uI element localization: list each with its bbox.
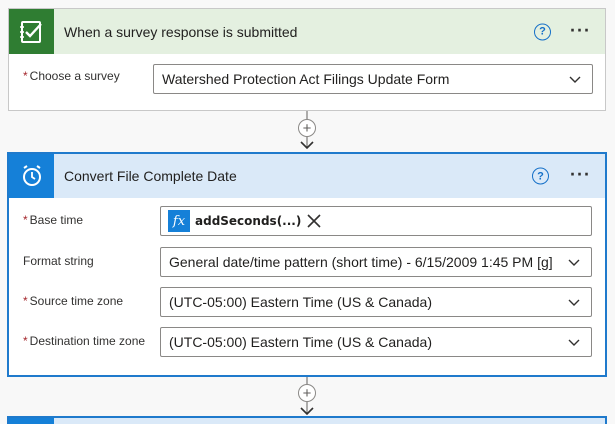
trigger-title: When a survey response is submitted (64, 23, 298, 40)
source-tz-label: * Source time zone (23, 294, 124, 308)
action-title: Convert File Complete Date (64, 168, 237, 184)
format-string-value: General date/time pattern (short time) -… (169, 254, 553, 270)
source-tz-select[interactable]: (UTC-05:00) Eastern Time (US & Canada) (160, 287, 592, 317)
more-options-icon[interactable]: ··· (570, 164, 591, 185)
dest-tz-label: * Destination time zone (23, 334, 146, 348)
fx-icon: fx (168, 210, 190, 232)
help-icon[interactable]: ? (532, 167, 549, 185)
connector: + (297, 111, 317, 152)
dest-tz-select[interactable]: (UTC-05:00) Eastern Time (US & Canada) (160, 327, 592, 357)
format-string-label: Format string (23, 254, 94, 268)
connector: + (297, 377, 317, 417)
format-string-select[interactable]: General date/time pattern (short time) -… (160, 247, 592, 277)
token-label: addSeconds(...) (195, 214, 302, 228)
dest-tz-value: (UTC-05:00) Eastern Time (US & Canada) (169, 334, 432, 350)
base-time-label: * Base time (23, 213, 84, 227)
source-tz-value: (UTC-05:00) Eastern Time (US & Canada) (169, 294, 432, 310)
survey-select[interactable]: Watershed Protection Act Filings Update … (153, 64, 593, 94)
add-step-button[interactable]: + (298, 384, 316, 402)
add-step-button[interactable]: + (298, 119, 316, 137)
base-time-input[interactable]: fx addSeconds(...) (160, 206, 592, 236)
chevron-down-icon (568, 339, 580, 346)
trigger-header[interactable]: When a survey response is submitted ? ··… (9, 9, 605, 54)
forms-check-icon (9, 9, 54, 54)
remove-token-icon[interactable] (306, 213, 322, 229)
required-marker: * (23, 213, 28, 227)
action-header[interactable]: Convert File Complete Date ? ··· (9, 154, 605, 198)
chevron-down-icon (568, 259, 580, 266)
action-card[interactable]: Convert File Complete Date ? ··· * Base t… (7, 152, 607, 377)
expression-token[interactable]: fx addSeconds(...) (168, 210, 322, 232)
required-marker: * (23, 334, 28, 348)
chevron-down-icon (569, 76, 581, 83)
next-action-icon (9, 418, 54, 424)
required-marker: * (23, 294, 28, 308)
more-options-icon[interactable]: ··· (570, 20, 591, 41)
survey-select-value: Watershed Protection Act Filings Update … (162, 71, 450, 87)
help-icon[interactable]: ? (534, 23, 551, 40)
required-marker: * (23, 69, 28, 83)
next-action-card[interactable] (7, 416, 607, 424)
clock-icon (9, 154, 54, 198)
survey-label: * Choose a survey (23, 69, 120, 83)
chevron-down-icon (568, 299, 580, 306)
trigger-card[interactable]: When a survey response is submitted ? ··… (8, 8, 606, 111)
